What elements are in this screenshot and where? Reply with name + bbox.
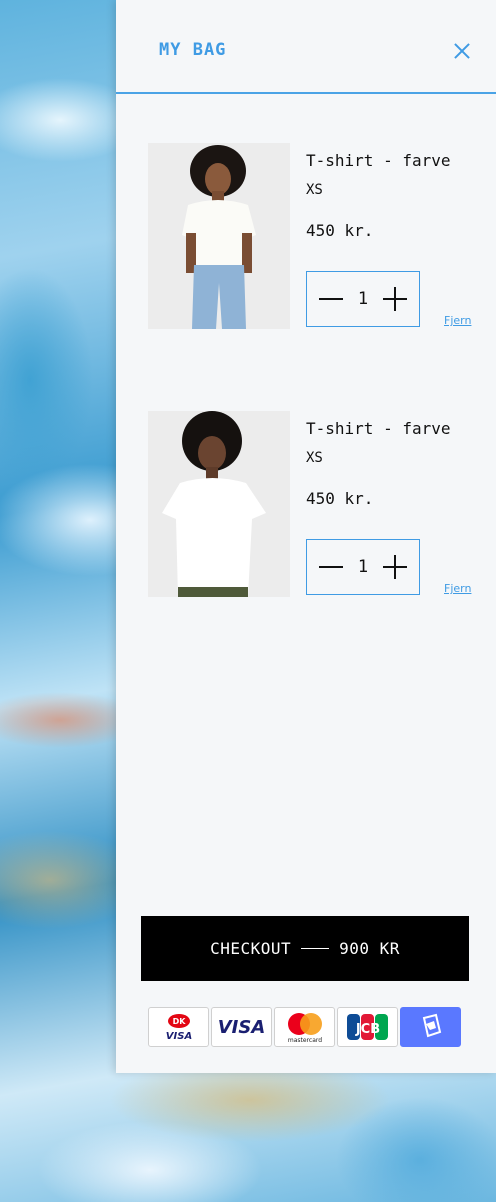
drawer-header: MY BAG bbox=[116, 0, 496, 94]
mastercard-icon: mastercard bbox=[274, 1007, 335, 1047]
quantity-value: 1 bbox=[357, 289, 369, 309]
product-price: 450 kr. bbox=[306, 221, 374, 240]
quantity-stepper: 1 bbox=[306, 539, 420, 595]
jcb-label: JCB bbox=[354, 1022, 379, 1037]
cart-item: T-shirt - farve XS 450 kr. 1 Fjern bbox=[116, 143, 496, 333]
dankort-label: VISA bbox=[165, 1031, 191, 1042]
drawer-title: MY BAG bbox=[159, 40, 227, 60]
product-name: T-shirt - farve bbox=[306, 419, 451, 438]
jcb-icon: JCB bbox=[337, 1007, 398, 1047]
bag-drawer: MY BAG T-shirt - farve XS 450 kr. 1 Fjer… bbox=[116, 0, 496, 1073]
product-image bbox=[148, 143, 290, 329]
remove-link[interactable]: Fjern bbox=[444, 582, 471, 595]
checkout-button[interactable]: CHECKOUT 900 KR bbox=[141, 916, 469, 981]
quantity-stepper: 1 bbox=[306, 271, 420, 327]
divider bbox=[301, 948, 330, 949]
product-name: T-shirt - farve bbox=[306, 151, 451, 170]
payment-methods: DK VISA VISA mastercard JCB bbox=[148, 1007, 461, 1047]
product-size: XS bbox=[306, 450, 323, 466]
minus-icon[interactable] bbox=[319, 555, 343, 579]
mobilepay-icon bbox=[400, 1007, 461, 1047]
minus-icon[interactable] bbox=[319, 287, 343, 311]
product-size: XS bbox=[306, 182, 323, 198]
mastercard-label: mastercard bbox=[287, 1037, 321, 1044]
visa-icon: VISA bbox=[211, 1007, 272, 1047]
quantity-value: 1 bbox=[357, 557, 369, 577]
cart-item: T-shirt - farve XS 450 kr. 1 Fjern bbox=[116, 411, 496, 601]
remove-link[interactable]: Fjern bbox=[444, 314, 471, 327]
dankort-icon: DK VISA bbox=[148, 1007, 209, 1047]
svg-text:DK: DK bbox=[172, 1017, 186, 1026]
checkout-total: 900 KR bbox=[339, 939, 400, 958]
plus-icon[interactable] bbox=[383, 555, 407, 579]
product-image bbox=[148, 411, 290, 597]
checkout-label: CHECKOUT bbox=[210, 939, 292, 958]
product-price: 450 kr. bbox=[306, 489, 374, 508]
close-icon[interactable] bbox=[452, 41, 472, 61]
visa-label: VISA bbox=[217, 1016, 266, 1038]
plus-icon[interactable] bbox=[383, 287, 407, 311]
